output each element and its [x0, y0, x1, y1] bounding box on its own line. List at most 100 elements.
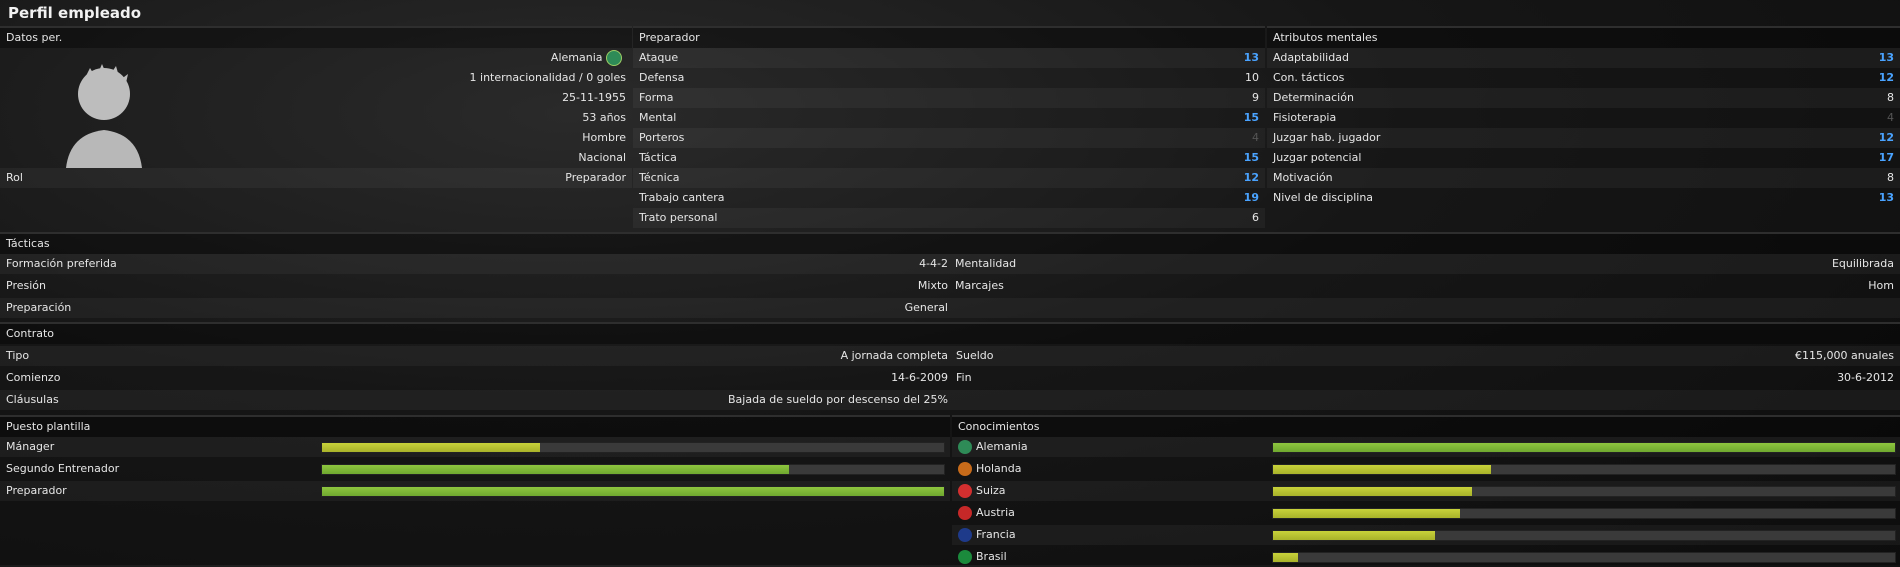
squad-role-bar-fill — [322, 443, 540, 452]
mental-attr-row: Nivel de disciplina 13 — [1267, 188, 1900, 208]
coaching-attr-value: 9 — [1252, 91, 1259, 104]
knowledge-bar — [1272, 530, 1896, 541]
training-label: Preparación — [6, 301, 72, 314]
mental-attr-value: 13 — [1878, 191, 1894, 204]
pressing-value: Mixto — [917, 279, 948, 292]
contract-end-value: 30-6-2012 — [1837, 371, 1894, 384]
mental-header: Atributos mentales — [1267, 26, 1900, 48]
formation-label: Formación preferida — [6, 257, 117, 270]
mentality-value: Equilibrada — [1831, 257, 1894, 270]
coaching-attr-label: Forma — [639, 91, 674, 104]
coaching-attr-label: Trato personal — [639, 211, 718, 224]
knowledge-bar — [1272, 442, 1896, 453]
knowledge-bar — [1272, 552, 1896, 563]
nationality: Alemania — [550, 51, 603, 64]
mentality-label: Mentalidad — [955, 257, 1017, 270]
coaching-attr-value: 6 — [1252, 211, 1259, 224]
squad-role-bar-fill — [322, 487, 944, 496]
contract-panel: Contrato Tipo A jornada completa Sueldo … — [0, 322, 1900, 412]
knowledge-label: Alemania — [976, 440, 1028, 453]
contract-type-value: A jornada completa — [840, 349, 948, 362]
flag-icon — [958, 550, 972, 564]
mental-attr-row: Juzgar hab. jugador 12 — [1267, 128, 1900, 148]
squad-role-header: Puesto plantilla — [0, 415, 950, 437]
mental-attr-value: 12 — [1878, 71, 1894, 84]
coaching-attr-row: Trabajo cantera 19 — [633, 188, 1265, 208]
coaching-attr-row: Mental 15 — [633, 108, 1265, 128]
coaching-attr-label: Defensa — [639, 71, 685, 84]
training-value: General — [904, 301, 948, 314]
mental-attr-row: Con. tácticos 12 — [1267, 68, 1900, 88]
knowledge-bar — [1272, 508, 1896, 519]
clauses-label: Cláusulas — [6, 393, 59, 406]
personal-panel: Datos per. Alemania 1 internacionalidad … — [0, 26, 632, 226]
personal-header: Datos per. — [0, 26, 632, 48]
coaching-attr-label: Porteros — [639, 131, 685, 144]
pressing-label: Presión — [6, 279, 46, 292]
coaching-attr-value: 13 — [1243, 51, 1259, 64]
birthdate: 25-11-1955 — [562, 91, 626, 104]
mental-attr-value: 8 — [1887, 91, 1894, 104]
caps: 1 internacionalidad / 0 goles — [469, 71, 626, 84]
coaching-attr-row: Táctica 15 — [633, 148, 1265, 168]
age: 53 años — [582, 111, 626, 124]
contract-header: Contrato — [0, 322, 1900, 344]
coaching-attr-label: Ataque — [639, 51, 679, 64]
knowledge-row: Francia — [952, 525, 1900, 545]
coaching-header: Preparador — [633, 26, 1265, 48]
salary-value: €115,000 anuales — [1795, 349, 1894, 362]
knowledge-header: Conocimientos — [952, 415, 1900, 437]
mental-attr-value: 4 — [1887, 111, 1894, 124]
squad-role-panel: Puesto plantilla Mánager Segundo Entrenad… — [0, 415, 950, 565]
squad-role-bar — [321, 464, 945, 475]
coaching-attr-value: 15 — [1243, 151, 1259, 164]
mental-attr-row: Juzgar potencial 17 — [1267, 148, 1900, 168]
knowledge-bar-fill — [1273, 465, 1491, 474]
formation-value: 4-4-2 — [919, 257, 948, 270]
mental-attr-value: 12 — [1878, 131, 1894, 144]
knowledge-bar-fill — [1273, 443, 1895, 452]
gender: Hombre — [582, 131, 626, 144]
germany-flag-icon — [606, 50, 622, 66]
coaching-attr-value: 15 — [1243, 111, 1259, 124]
knowledge-row: Brasil — [952, 547, 1900, 567]
tactics-panel: Tácticas Formación preferida 4-4-2 Menta… — [0, 232, 1900, 318]
coaching-attr-row: Defensa 10 — [633, 68, 1265, 88]
coaching-attr-value: 10 — [1245, 71, 1259, 84]
mental-attr-row: Fisioterapia 4 — [1267, 108, 1900, 128]
coaching-attr-row: Forma 9 — [633, 88, 1265, 108]
mental-attr-row: Determinación 8 — [1267, 88, 1900, 108]
role-value: Preparador — [565, 171, 626, 184]
flag-icon — [958, 462, 972, 476]
mental-attr-label: Juzgar hab. jugador — [1273, 131, 1381, 144]
knowledge-row: Holanda — [952, 459, 1900, 479]
contract-type-label: Tipo — [6, 349, 30, 362]
mental-attr-label: Adaptabilidad — [1273, 51, 1349, 64]
mental-attr-label: Motivación — [1273, 171, 1333, 184]
marking-label: Marcajes — [955, 279, 1004, 292]
coaching-attr-value: 12 — [1243, 171, 1259, 184]
squad-role-row: Mánager — [0, 437, 950, 457]
flag-icon — [958, 484, 972, 498]
knowledge-label: Brasil — [976, 550, 1007, 563]
mental-attr-label: Nivel de disciplina — [1273, 191, 1374, 204]
coaching-attr-label: Técnica — [639, 171, 680, 184]
coaching-attr-label: Mental — [639, 111, 677, 124]
squad-role-bar-fill — [322, 465, 789, 474]
knowledge-bar-fill — [1273, 531, 1435, 540]
coaching-attr-row: Ataque 13 — [633, 48, 1265, 68]
mental-panel: Atributos mentales Adaptabilidad 13 Con. t… — [1267, 26, 1900, 232]
flag-icon — [958, 440, 972, 454]
knowledge-row: Austria — [952, 503, 1900, 523]
marking-value: Hom — [1868, 279, 1894, 292]
contract-start-value: 14-6-2009 — [891, 371, 948, 384]
knowledge-label: Francia — [976, 528, 1016, 541]
contract-start-label: Comienzo — [6, 371, 61, 384]
knowledge-label: Austria — [976, 506, 1015, 519]
coaching-attr-row: Trato personal 6 — [633, 208, 1265, 228]
mental-attr-label: Juzgar potencial — [1273, 151, 1362, 164]
knowledge-label: Suiza — [976, 484, 1006, 497]
squad-role-bar — [321, 486, 945, 497]
coaching-panel: Preparador Ataque 13 Defensa 10 Forma 9 Mental… — [633, 26, 1265, 232]
mental-attr-label: Con. tácticos — [1273, 71, 1345, 84]
